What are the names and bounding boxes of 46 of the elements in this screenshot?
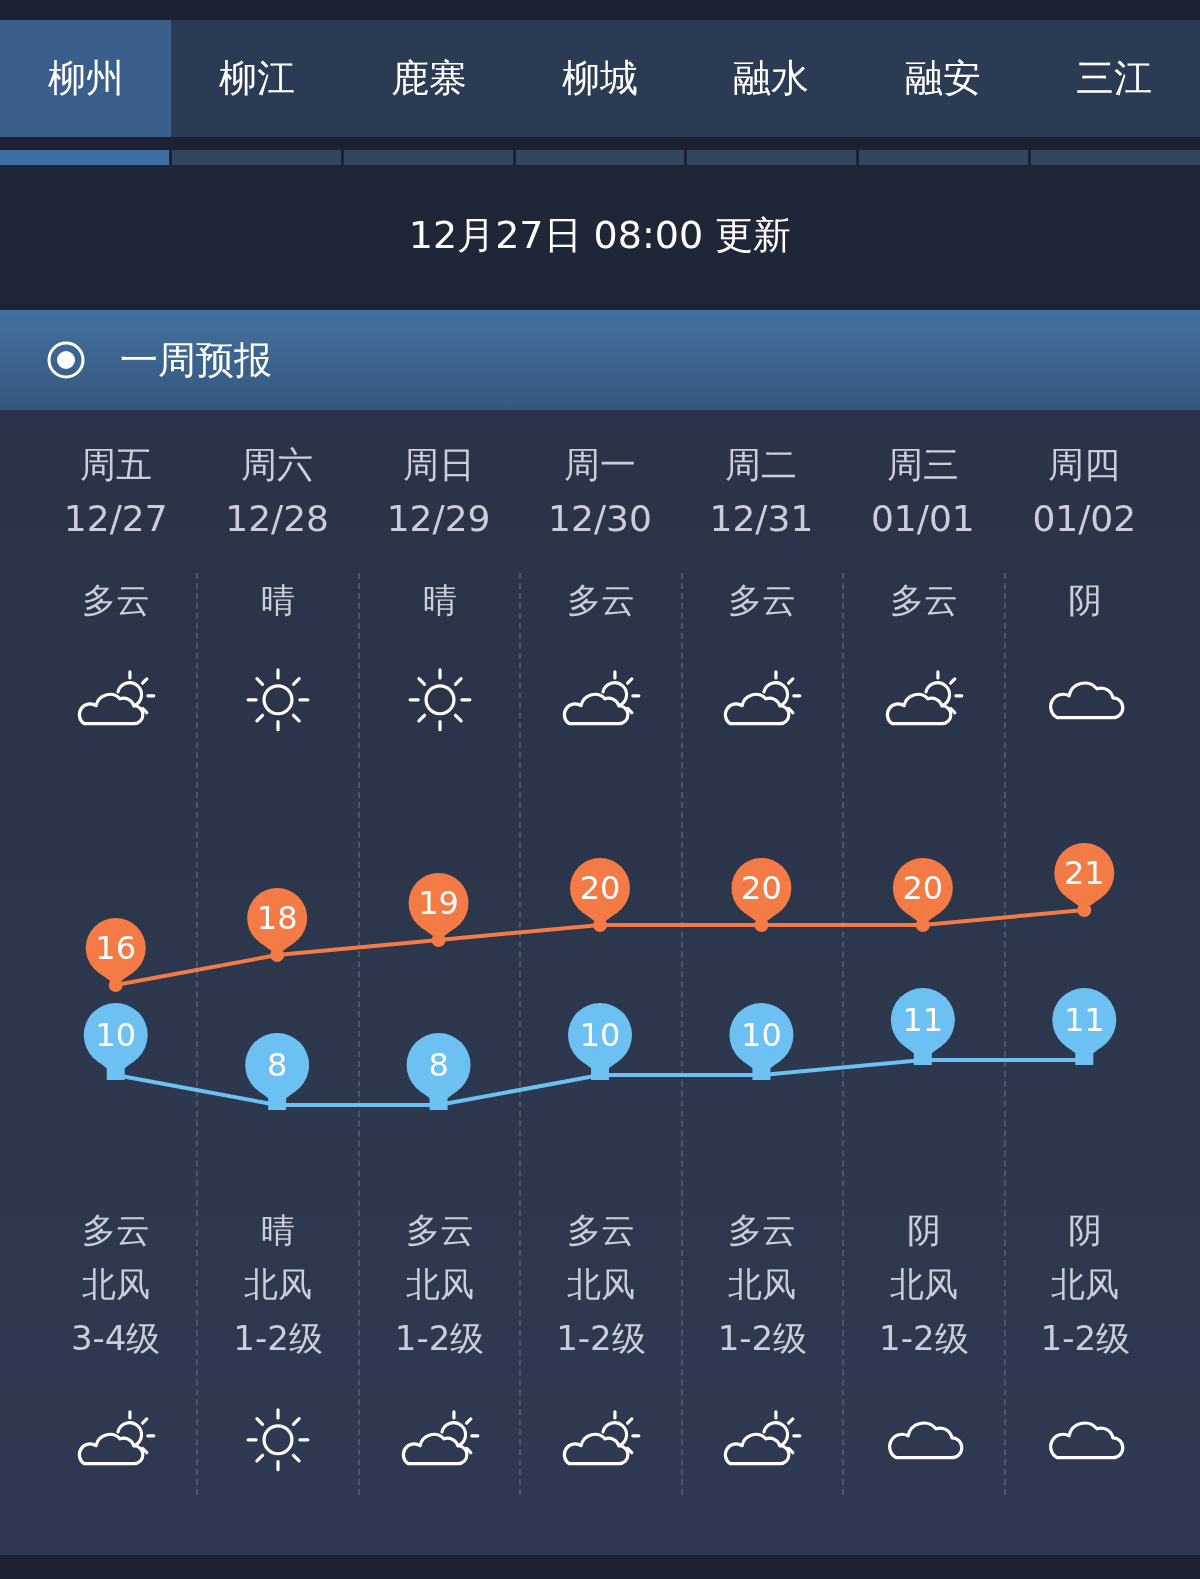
wind-direction: 北风 bbox=[567, 1263, 635, 1306]
radio-icon bbox=[46, 340, 86, 380]
weekday-label: 周五 bbox=[79, 443, 152, 487]
section-title: 一周预报 bbox=[120, 336, 272, 384]
date-label: 01/02 bbox=[1032, 497, 1137, 541]
date-label: 12/27 bbox=[63, 497, 168, 541]
wind-direction: 北风 bbox=[244, 1263, 313, 1306]
wind-direction: 北风 bbox=[81, 1263, 150, 1306]
date-label: 12/28 bbox=[225, 497, 329, 541]
date-label: 12/29 bbox=[386, 497, 491, 541]
weekday-label: 周四 bbox=[1048, 443, 1121, 487]
night-weather: 多云 bbox=[728, 1209, 797, 1252]
wind-level: 1-2级 bbox=[233, 1317, 323, 1360]
night-weather: 多云 bbox=[567, 1209, 635, 1252]
wind-level: 1-2级 bbox=[1040, 1317, 1131, 1360]
wind-level: 1-2级 bbox=[717, 1317, 808, 1360]
wind-direction: 北风 bbox=[405, 1263, 474, 1306]
update-time: 12月27日 08:00 更新 bbox=[408, 211, 792, 259]
date-label: 12/30 bbox=[548, 497, 652, 541]
city-tab[interactable]: 柳州 bbox=[0, 20, 172, 137]
day-weather: 多云 bbox=[567, 579, 635, 622]
day-weather: 晴 bbox=[261, 579, 296, 622]
night-weather: 晴 bbox=[261, 1209, 296, 1252]
weekday-label: 周一 bbox=[564, 443, 636, 487]
day-weather: 晴 bbox=[422, 579, 457, 622]
wind-level: 1-2级 bbox=[394, 1317, 485, 1360]
night-weather: 多云 bbox=[405, 1209, 474, 1252]
date-label: 12/31 bbox=[709, 497, 814, 541]
wind-level: 1-2级 bbox=[879, 1317, 969, 1360]
wind-direction: 北风 bbox=[889, 1263, 958, 1306]
night-weather: 多云 bbox=[81, 1209, 150, 1252]
night-weather: 阴 bbox=[906, 1209, 941, 1252]
weekday-label: 周日 bbox=[402, 443, 475, 487]
wind-direction: 北风 bbox=[1051, 1263, 1120, 1306]
day-weather: 多云 bbox=[728, 579, 797, 622]
date-label: 01/01 bbox=[870, 497, 975, 541]
day-weather: 多云 bbox=[889, 579, 958, 622]
wind-direction: 北风 bbox=[728, 1263, 797, 1306]
wind-level: 1-2级 bbox=[556, 1317, 646, 1360]
weekday-label: 周三 bbox=[886, 443, 959, 487]
weekday-label: 周六 bbox=[241, 443, 314, 487]
weekday-label: 周二 bbox=[725, 443, 798, 487]
day-weather: 阴 bbox=[1068, 579, 1103, 622]
night-weather: 阴 bbox=[1068, 1209, 1103, 1252]
wind-level: 3-4级 bbox=[70, 1317, 161, 1360]
day-weather: 多云 bbox=[81, 579, 150, 622]
